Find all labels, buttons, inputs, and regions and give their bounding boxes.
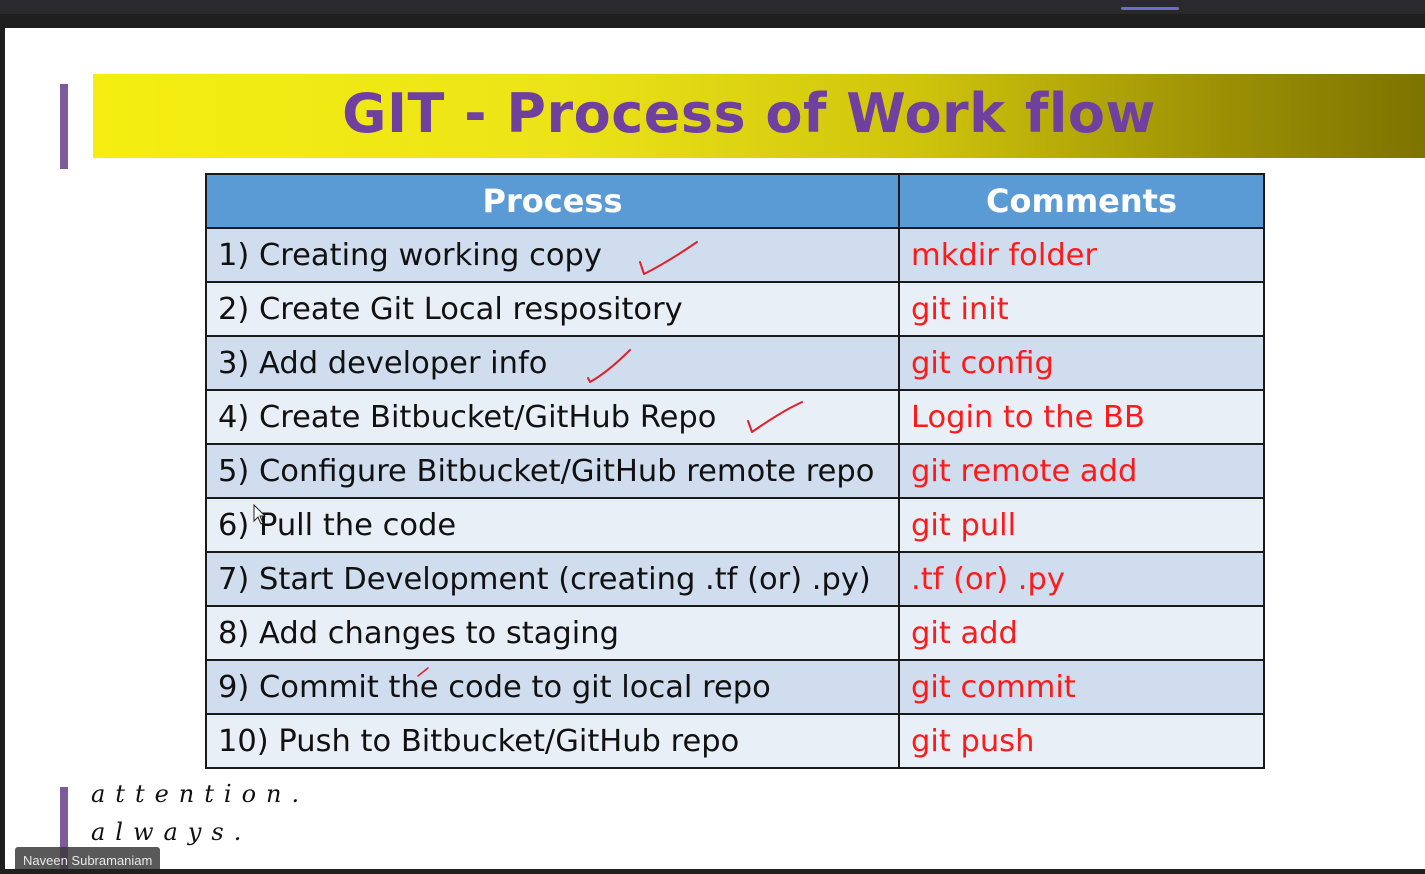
participant-name-tag: Naveen Subramaniam: [15, 847, 161, 869]
shared-slide: GIT - Process of Work flow Process Comme…: [5, 28, 1425, 869]
table-row: 6) Pull the code git pull: [205, 497, 1265, 553]
comment-cell: git push: [898, 713, 1265, 769]
comment-cell: git init: [898, 281, 1265, 337]
process-cell: 7) Start Development (creating .tf (or) …: [205, 551, 900, 607]
process-cell: 1) Creating working copy: [205, 227, 900, 283]
table-header-row: Process Comments: [205, 173, 1265, 229]
table-row: 4) Create Bitbucket/GitHub Repo Login to…: [205, 389, 1265, 445]
process-cell: 6) Pull the code: [205, 497, 900, 553]
comment-cell: git remote add: [898, 443, 1265, 499]
window-top-bar: [0, 0, 1425, 14]
title-band: GIT - Process of Work flow: [93, 74, 1425, 158]
process-cell: 4) Create Bitbucket/GitHub Repo: [205, 389, 900, 445]
comment-cell: git add: [898, 605, 1265, 661]
process-cell: 5) Configure Bitbucket/GitHub remote rep…: [205, 443, 900, 499]
table-row: 9) Commit the code to git local repo git…: [205, 659, 1265, 715]
process-cell: 2) Create Git Local respository: [205, 281, 900, 337]
slide-title: GIT - Process of Work flow: [342, 82, 1156, 145]
table-row: 5) Configure Bitbucket/GitHub remote rep…: [205, 443, 1265, 499]
column-header-process: Process: [205, 173, 900, 229]
column-header-comments: Comments: [898, 173, 1265, 229]
table-row: 3) Add developer info git config: [205, 335, 1265, 391]
comment-cell: Login to the BB: [898, 389, 1265, 445]
comment-cell: git pull: [898, 497, 1265, 553]
table-row: 1) Creating working copy mkdir folder: [205, 227, 1265, 283]
quote-line-1: attention.: [91, 780, 310, 808]
table-row: 8) Add changes to staging git add: [205, 605, 1265, 661]
comment-cell: .tf (or) .py: [898, 551, 1265, 607]
table-row: 10) Push to Bitbucket/GitHub repo git pu…: [205, 713, 1265, 769]
active-tab-indicator: [1121, 7, 1179, 10]
comment-cell: mkdir folder: [898, 227, 1265, 283]
table-row: 2) Create Git Local respository git init: [205, 281, 1265, 337]
workflow-table: Process Comments 1) Creating working cop…: [205, 173, 1265, 769]
comment-cell: git config: [898, 335, 1265, 391]
process-cell: 9) Commit the code to git local repo: [205, 659, 900, 715]
process-cell: 10) Push to Bitbucket/GitHub repo: [205, 713, 900, 769]
process-cell: 3) Add developer info: [205, 335, 900, 391]
mouse-pointer-icon: [253, 504, 267, 525]
table-row: 7) Start Development (creating .tf (or) …: [205, 551, 1265, 607]
title-accent-bar: [60, 84, 68, 169]
process-cell: 8) Add changes to staging: [205, 605, 900, 661]
comment-cell: git commit: [898, 659, 1265, 715]
quote-line-2: always.: [91, 818, 252, 846]
